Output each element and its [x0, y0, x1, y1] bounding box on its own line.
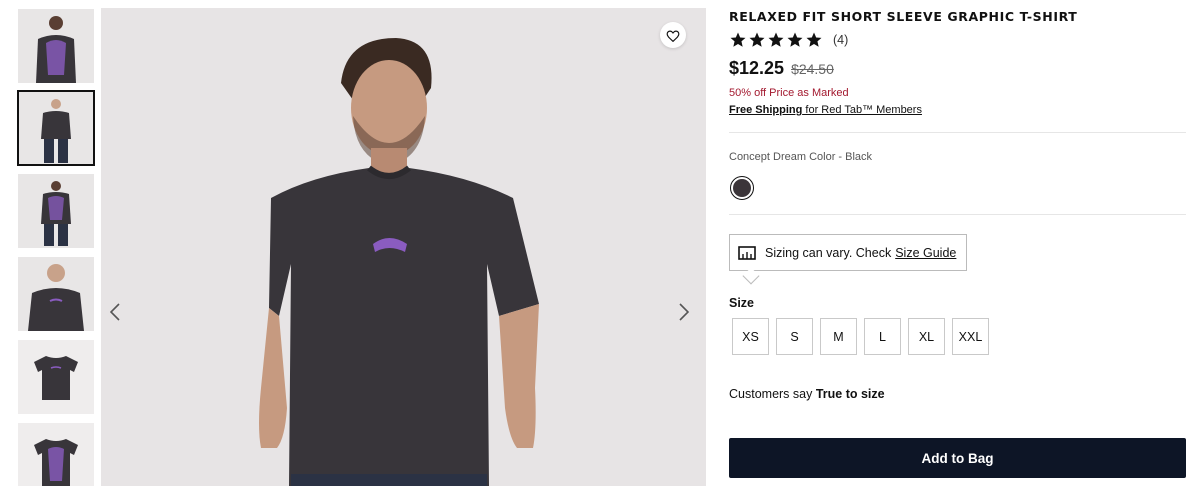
size-option-m[interactable]: M — [820, 318, 857, 355]
rating-stars — [729, 31, 823, 49]
main-product-image — [101, 8, 706, 486]
size-option-xxl[interactable]: XXL — [952, 318, 989, 355]
next-image-button[interactable] — [674, 300, 694, 324]
divider — [729, 214, 1186, 215]
heart-icon — [666, 30, 680, 42]
thumbnail-front-closeup[interactable] — [18, 257, 94, 331]
size-options: XS S M L XL XXL — [732, 318, 989, 355]
thumbnail-flat-back[interactable] — [18, 423, 94, 486]
star-icon — [730, 32, 746, 47]
chevron-left-icon — [110, 303, 120, 321]
thumbnail-back-graphic[interactable] — [18, 9, 94, 83]
add-to-bag-button[interactable]: Add to Bag — [729, 438, 1186, 478]
price-block: $12.25 $24.50 — [729, 58, 834, 79]
star-icon — [768, 32, 784, 47]
color-label: Concept Dream Color - Black — [729, 151, 873, 163]
product-rating[interactable]: (4) — [729, 31, 848, 49]
product-title: RELAXED FIT SHORT SLEEVE GRAPHIC T-SHIRT — [729, 9, 1078, 24]
thumbnail-flat-front[interactable] — [18, 340, 94, 414]
size-chart-icon — [738, 245, 756, 260]
thumbnail-front-full[interactable] — [17, 90, 95, 166]
shipping-note: Free Shipping for Red Tab™ Members — [729, 104, 922, 116]
sizing-tip-text: Sizing can vary. Check — [765, 245, 892, 260]
chevron-right-icon — [679, 303, 689, 321]
thumbnail-back-full[interactable] — [18, 174, 94, 248]
star-icon — [806, 32, 822, 47]
size-option-xs[interactable]: XS — [732, 318, 769, 355]
star-icon — [749, 32, 765, 47]
fit-prefix: Customers say — [729, 387, 816, 401]
divider — [729, 132, 1186, 133]
original-price: $24.50 — [791, 61, 834, 77]
star-icon — [787, 32, 803, 47]
size-option-l[interactable]: L — [864, 318, 901, 355]
size-option-xl[interactable]: XL — [908, 318, 945, 355]
fit-note: Customers say True to size — [729, 387, 885, 401]
sale-price: $12.25 — [729, 58, 785, 78]
sizing-tooltip: Sizing can vary. Check Size Guide — [729, 234, 967, 271]
size-option-s[interactable]: S — [776, 318, 813, 355]
previous-image-button[interactable] — [105, 300, 125, 324]
review-count[interactable]: (4) — [833, 33, 848, 47]
add-to-wishlist-button[interactable] — [660, 22, 686, 48]
color-swatch-black[interactable] — [730, 176, 754, 200]
free-shipping-link[interactable]: Free Shipping — [729, 104, 802, 116]
fit-value: True to size — [815, 387, 885, 401]
model-photo — [101, 8, 706, 486]
size-guide-link[interactable]: Size Guide — [895, 246, 956, 260]
color-swatch-fill — [733, 179, 751, 197]
discount-text: 50% off Price as Marked — [729, 87, 849, 99]
size-label: Size — [729, 296, 755, 310]
shipping-members-text[interactable]: for Red Tab™ Members — [802, 104, 922, 116]
